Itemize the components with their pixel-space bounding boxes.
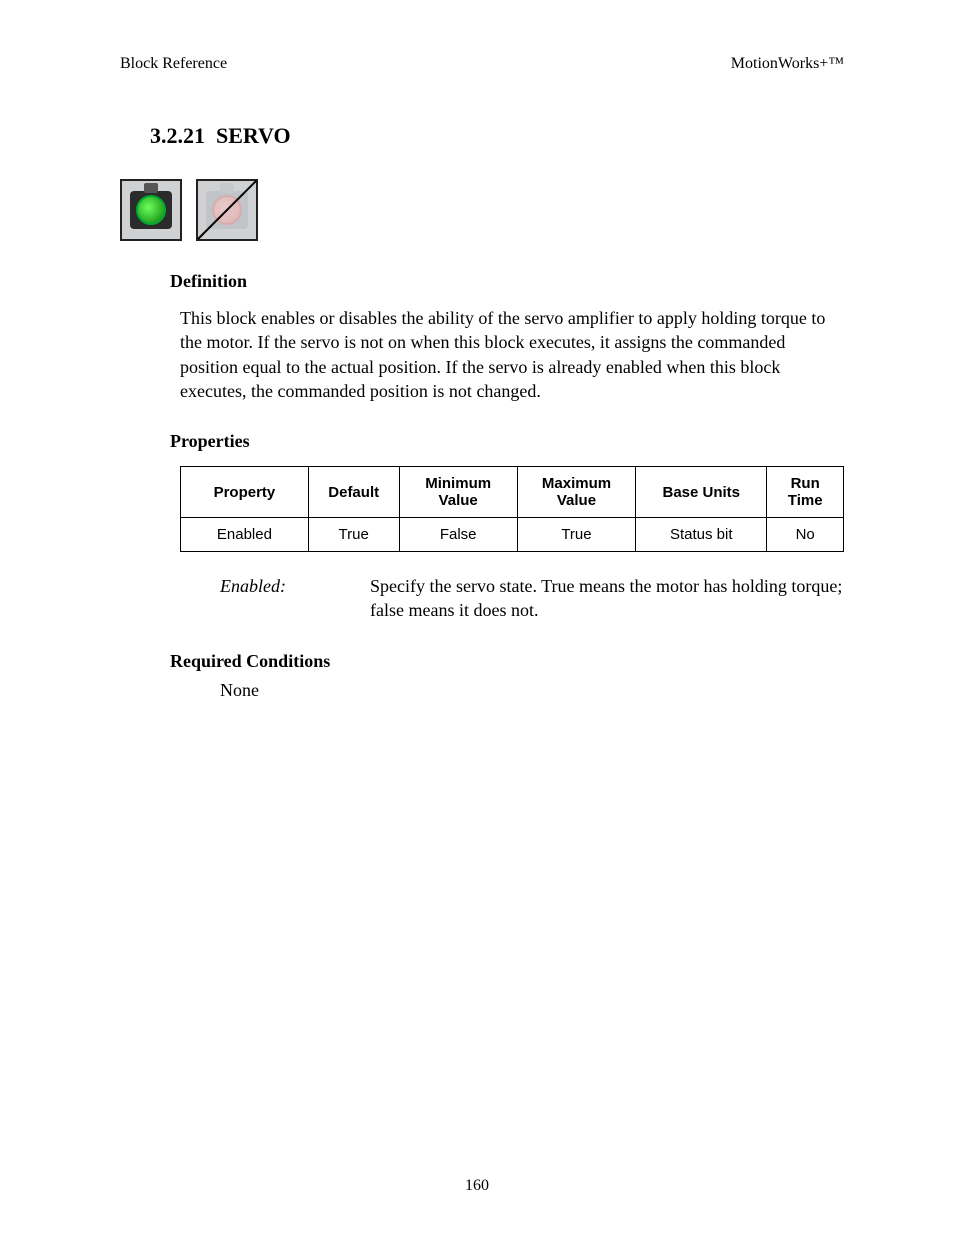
cell-run: No <box>767 518 844 552</box>
col-property: Property <box>181 467 309 518</box>
property-description: Enabled: Specify the servo state. True m… <box>220 574 844 623</box>
desc-label: Enabled: <box>220 574 370 623</box>
cell-min: False <box>399 518 517 552</box>
table-header-row: Property Default Minimum Value Maximum V… <box>181 467 844 518</box>
servo-disabled-icon <box>196 179 258 241</box>
desc-text: Specify the servo state. True means the … <box>370 574 844 623</box>
cell-default: True <box>308 518 399 552</box>
section-heading: 3.2.21 SERVO <box>150 123 844 149</box>
col-base: Base Units <box>636 467 767 518</box>
col-max: Maximum Value <box>517 467 635 518</box>
required-heading: Required Conditions <box>170 651 844 672</box>
page: Block Reference MotionWorks+™ 3.2.21 SER… <box>0 0 954 701</box>
col-default: Default <box>308 467 399 518</box>
servo-enabled-icon <box>120 179 182 241</box>
definition-body: This block enables or disables the abili… <box>180 306 844 403</box>
properties-heading: Properties <box>170 431 844 452</box>
definition-heading: Definition <box>170 271 844 292</box>
cell-base: Status bit <box>636 518 767 552</box>
required-body: None <box>220 680 844 701</box>
header-left: Block Reference <box>120 55 227 73</box>
properties-table: Property Default Minimum Value Maximum V… <box>180 466 844 552</box>
col-min: Minimum Value <box>399 467 517 518</box>
header-right: MotionWorks+™ <box>731 55 844 73</box>
cell-property: Enabled <box>181 518 309 552</box>
page-number: 160 <box>0 1177 954 1195</box>
cell-max: True <box>517 518 635 552</box>
section-number: 3.2.21 <box>150 123 205 148</box>
icon-row <box>120 179 844 241</box>
col-run: Run Time <box>767 467 844 518</box>
desc-label-text: Enabled: <box>220 576 286 596</box>
section-title: SERVO <box>216 123 291 148</box>
page-header: Block Reference MotionWorks+™ <box>120 55 844 73</box>
table-row: Enabled True False True Status bit No <box>181 518 844 552</box>
